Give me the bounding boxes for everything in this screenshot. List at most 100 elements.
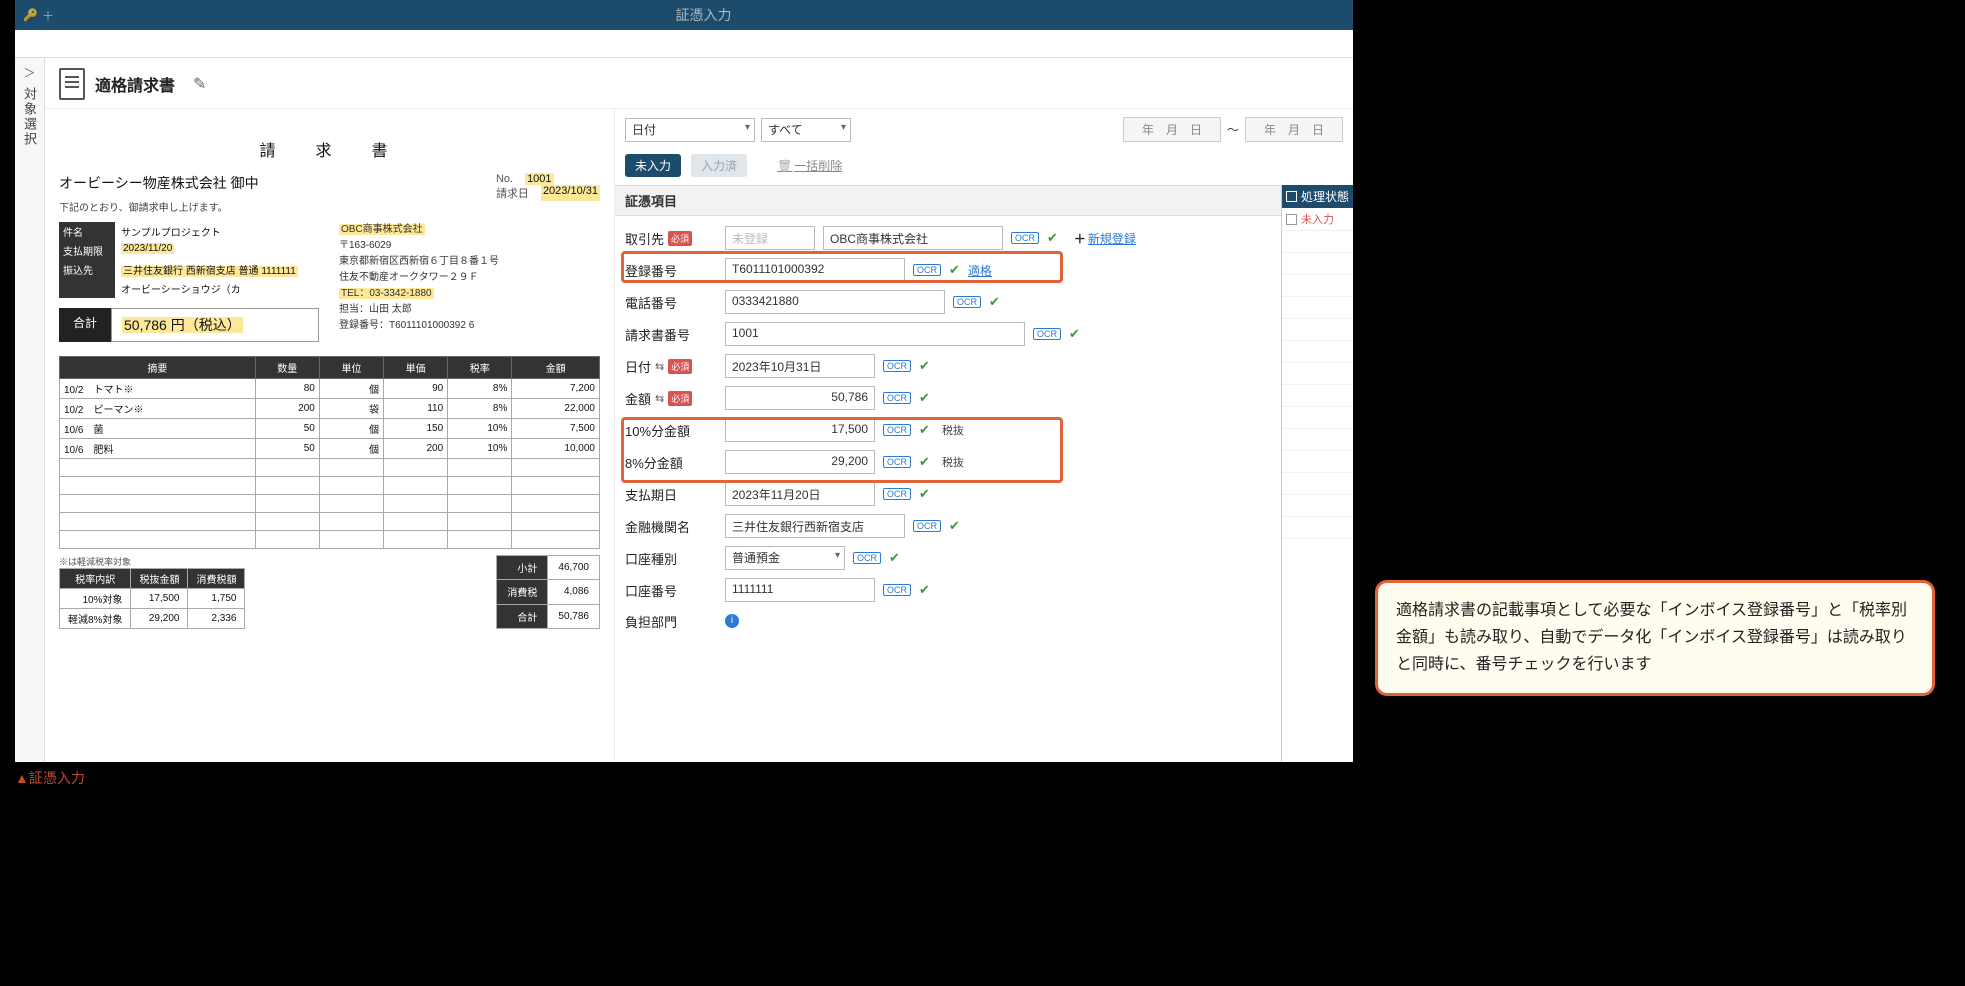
invoice-note: 下記のとおり、御請求申し上げます。: [59, 199, 259, 214]
lab-amt10: 10%分金額: [625, 421, 717, 440]
ocr-badge: OCR: [853, 552, 881, 564]
lab-amount: 金額: [625, 389, 651, 408]
required-badge: 必須: [668, 231, 692, 246]
check-icon: ✔: [919, 454, 930, 470]
ocr-badge: OCR: [1033, 328, 1061, 340]
tel-input[interactable]: 0333421880: [725, 290, 945, 314]
inv-no-label: No.: [496, 173, 513, 185]
due-input[interactable]: 2023年11月20日: [725, 482, 875, 506]
info-icon[interactable]: i: [725, 614, 739, 628]
company-person: 担当：山田 太郎: [339, 302, 499, 318]
bank-input[interactable]: 三井住友銀行西新宿支店: [725, 514, 905, 538]
row-acct-type: 口座種別 普通預金 OCR ✔: [615, 542, 1353, 574]
company-addr1: 東京都新宿区西新宿６丁目８番１号: [339, 254, 499, 270]
swap-icon[interactable]: ⇆: [655, 360, 664, 373]
add-tab-icon[interactable]: ＋: [42, 7, 54, 24]
company-addr2: 住友不動産オークタワー２９Ｆ: [339, 270, 499, 286]
scope-select[interactable]: すべて: [761, 118, 851, 142]
check-icon: ✔: [919, 422, 930, 438]
row-amount: 金額 ⇆ 必須 50,786 OCR ✔: [615, 382, 1353, 414]
invoice-to: オービーシー物産株式会社 御中: [59, 173, 259, 193]
status-col-header: 処理状態: [1282, 185, 1353, 208]
swap-icon[interactable]: ⇆: [655, 392, 664, 405]
amount-input[interactable]: 50,786: [725, 386, 875, 410]
amt10-input[interactable]: 17,500: [725, 418, 875, 442]
filter-bar: 日付 すべて 年 月 日 ～ 年 月 日: [615, 109, 1353, 150]
ocr-badge: OCR: [883, 584, 911, 596]
status-row: 未入力: [1282, 208, 1353, 231]
company-reg: 登録番号：T6011101000392 6: [339, 318, 499, 334]
ocr-badge: OCR: [913, 520, 941, 532]
bulk-delete-link[interactable]: 🗑一括削除: [777, 157, 842, 174]
row-checkbox[interactable]: [1286, 214, 1297, 225]
date-from[interactable]: 年 月 日: [1123, 117, 1221, 142]
figure-caption: ▲証憑入力: [15, 768, 85, 788]
row-acct-no: 口座番号 1111111 OCR ✔: [615, 574, 1353, 606]
select-all-checkbox[interactable]: [1286, 191, 1297, 202]
partner-name-input[interactable]: OBC商事株式会社: [823, 226, 1003, 250]
k-subject: 件名: [59, 222, 115, 241]
check-icon: ✔: [1069, 326, 1080, 342]
lab-due: 支払期日: [625, 485, 717, 504]
lab-tel: 電話番号: [625, 293, 717, 312]
check-icon: ✔: [919, 582, 930, 598]
side-tab[interactable]: ＞ 対象選択: [15, 58, 45, 762]
lab-acct-type: 口座種別: [625, 549, 717, 568]
status-column: 処理状態 未入力: [1281, 185, 1353, 762]
trash-icon: 🗑: [777, 159, 792, 173]
row-amt8: 8%分金額 29,200 OCR ✔ 税抜: [615, 446, 1353, 478]
company-name: OBC商事株式会社: [339, 224, 425, 235]
k-bank: 振込先: [59, 260, 115, 279]
new-partner-link[interactable]: 新規登録: [1088, 232, 1136, 246]
ocr-badge: OCR: [883, 456, 911, 468]
check-icon: ✔: [919, 358, 930, 374]
side-tab-label: 対象選択: [20, 87, 39, 147]
ocr-badge: OCR: [1011, 232, 1039, 244]
doc-type-title: 適格請求書: [95, 72, 175, 96]
row-date: 日付 ⇆ 必須 2023年10月31日 OCR ✔: [615, 350, 1353, 382]
lab-bank: 金融機関名: [625, 517, 717, 536]
regno-input[interactable]: T6011101000392: [725, 258, 905, 282]
acct-no-input[interactable]: 1111111: [725, 578, 875, 602]
chevron-icon[interactable]: ＞: [23, 64, 35, 81]
row-tel: 電話番号 0333421880 OCR ✔: [615, 286, 1353, 318]
lab-invno: 請求書番号: [625, 325, 717, 344]
partner-code-input[interactable]: 未登録: [725, 226, 815, 250]
main-header: 適格請求書 ✎: [45, 58, 1353, 109]
row-amt10: 10%分金額 17,500 OCR ✔ 税抜: [615, 414, 1353, 446]
amt8-input[interactable]: 29,200: [725, 450, 875, 474]
lab-amt8: 8%分金額: [625, 453, 717, 472]
date-input[interactable]: 2023年10月31日: [725, 354, 875, 378]
tab-done[interactable]: 入力済: [691, 154, 747, 177]
inv-date-label: 請求日: [496, 185, 529, 201]
row-invno: 請求書番号 1001 OCR ✔: [615, 318, 1353, 350]
ocr-badge: OCR: [883, 424, 911, 436]
lab-acct-no: 口座番号: [625, 581, 717, 600]
v-due: 2023/11/20: [121, 243, 174, 254]
check-icon: ✔: [919, 390, 930, 406]
ocr-badge: OCR: [883, 392, 911, 404]
row-partner: 取引先必須 未登録 OBC商事株式会社 OCR ✔ ＋新規登録: [615, 222, 1353, 254]
edit-icon[interactable]: ✎: [193, 74, 206, 94]
titlebar: 🔑 ＋ 証憑入力: [15, 0, 1353, 30]
acct-type-select[interactable]: 普通預金: [725, 546, 845, 570]
date-kind-select[interactable]: 日付: [625, 118, 755, 142]
window-title: 証憑入力: [54, 5, 1353, 25]
regno-status[interactable]: 適格: [968, 262, 992, 279]
v-payee: オービーシーショウジ（カ: [115, 279, 247, 298]
toolbar-gap: [15, 30, 1353, 58]
date-to[interactable]: 年 月 日: [1245, 117, 1343, 142]
row-dept: 負担部門 i: [615, 606, 1353, 636]
tab-pending[interactable]: 未入力: [625, 154, 681, 177]
fields-panel: 取引先必須 未登録 OBC商事株式会社 OCR ✔ ＋新規登録 登録番号 T6: [615, 216, 1353, 642]
company-tel: TEL：03-3342-1880: [339, 288, 434, 299]
invno-input[interactable]: 1001: [725, 322, 1025, 346]
k-empty: [59, 279, 115, 298]
invoice-title: 請 求 書: [59, 137, 600, 161]
required-badge: 必須: [668, 359, 692, 374]
plus-icon: ＋: [1074, 232, 1086, 246]
ocr-badge: OCR: [953, 296, 981, 308]
row-bank: 金融機関名 三井住友銀行西新宿支店 OCR ✔: [615, 510, 1353, 542]
app-window: 🔑 ＋ 証憑入力 ＞ 対象選択 適格請求書 ✎: [15, 0, 1353, 762]
check-icon: ✔: [919, 486, 930, 502]
